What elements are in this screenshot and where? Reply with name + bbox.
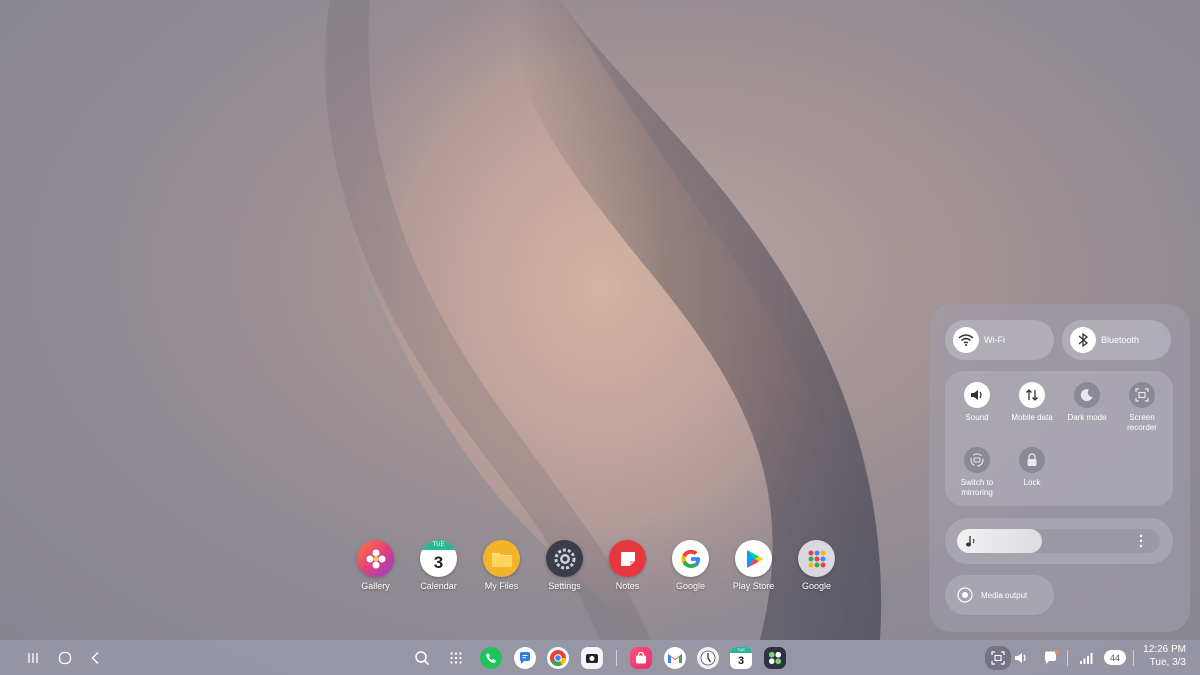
- tile-label: Sound: [965, 413, 989, 422]
- tile-mobile-data[interactable]: Mobile data: [1004, 382, 1060, 423]
- battery-icon: 44: [1104, 650, 1126, 665]
- volume-slider[interactable]: [957, 529, 1160, 553]
- notes-icon: [609, 540, 646, 577]
- app-drawer-icon[interactable]: [446, 648, 466, 668]
- app-label: Settings: [548, 581, 581, 591]
- camera-icon[interactable]: [581, 647, 603, 669]
- app-google-folder[interactable]: Google: [798, 540, 835, 591]
- tile-label: Mobile data: [1011, 413, 1053, 422]
- phone-icon[interactable]: [480, 647, 502, 669]
- folder-grid-icon: [798, 540, 835, 577]
- messages-icon[interactable]: [514, 647, 536, 669]
- clock-widget[interactable]: 12:26 PM Tue, 3/3: [1143, 644, 1186, 668]
- bluetooth-toggle[interactable]: Bluetooth: [1062, 320, 1171, 360]
- media-output-button[interactable]: Media output: [945, 575, 1054, 615]
- tile-lock[interactable]: Lock: [1004, 447, 1060, 488]
- mobile-data-icon: [1019, 382, 1045, 408]
- calendar-date: 3: [433, 552, 444, 572]
- signal-icon: [1076, 648, 1096, 668]
- gear-icon: [546, 540, 583, 577]
- media-output-icon: [957, 587, 973, 603]
- tile-screen-recorder[interactable]: Screen recorder: [1114, 382, 1170, 433]
- app-label: My Files: [484, 581, 519, 591]
- calendar-taskbar-icon[interactable]: TUE 3: [730, 647, 752, 669]
- bluetooth-icon: [1070, 327, 1096, 353]
- calendar-taskbar-day: TUE: [730, 647, 752, 653]
- tile-label: Screen recorder: [1127, 413, 1157, 432]
- tile-label: Lock: [1023, 478, 1041, 487]
- back-icon[interactable]: [86, 648, 106, 668]
- chrome-icon[interactable]: [547, 647, 569, 669]
- calendar-taskbar-date: 3: [737, 655, 745, 667]
- app-label: Gallery: [361, 581, 390, 591]
- app-label: Google: [801, 581, 832, 591]
- search-icon[interactable]: [412, 648, 432, 668]
- more-options-icon[interactable]: [1139, 534, 1143, 553]
- app-play-store[interactable]: Play Store: [732, 540, 775, 591]
- calendar-day: TUE: [420, 540, 457, 550]
- clock-date: Tue, 3/3: [1149, 657, 1186, 668]
- tile-switch-to-mirroring[interactable]: Switch to mirroring: [949, 447, 1005, 498]
- tile-label: Switch to mirroring: [960, 478, 994, 497]
- app-label: Notes: [615, 581, 640, 591]
- screen-recorder-icon: [1129, 382, 1155, 408]
- app-label: Calendar: [420, 581, 457, 591]
- gallery-icon: [357, 540, 394, 577]
- wifi-label: Wi-Fi: [984, 335, 1005, 345]
- app-notes[interactable]: Notes: [609, 540, 646, 591]
- taskbar-divider: [616, 650, 617, 666]
- app-google[interactable]: Google: [672, 540, 709, 591]
- google-icon: [672, 540, 709, 577]
- app-dock: Gallery TUE 3 Calendar My Files Settings…: [357, 540, 835, 591]
- clock-icon[interactable]: [697, 647, 719, 669]
- recent-apps-icon[interactable]: [23, 648, 43, 668]
- app-label: Play Store: [732, 581, 775, 591]
- play-store-icon: [735, 540, 772, 577]
- clock-time: 12:26 PM: [1143, 644, 1186, 655]
- bluetooth-label: Bluetooth: [1101, 335, 1140, 345]
- moon-icon: [1074, 382, 1100, 408]
- volume-icon[interactable]: [1011, 648, 1031, 668]
- tile-label: Dark mode: [1067, 413, 1107, 422]
- volume-panel: [945, 518, 1173, 564]
- app-gallery[interactable]: Gallery: [357, 540, 394, 591]
- clock-divider: [1133, 650, 1134, 666]
- tile-dark-mode[interactable]: Dark mode: [1059, 382, 1115, 423]
- calendar-icon: TUE 3: [420, 540, 457, 577]
- media-output-label: Media output: [981, 590, 1028, 600]
- wifi-icon: [953, 327, 979, 353]
- app-label: Google: [675, 581, 706, 591]
- home-icon[interactable]: [55, 648, 75, 668]
- galaxy-store-icon[interactable]: [630, 647, 652, 669]
- app-my-files[interactable]: My Files: [483, 540, 520, 591]
- tray-divider: [1067, 650, 1068, 666]
- wifi-toggle[interactable]: Wi-Fi: [945, 320, 1054, 360]
- app-calendar[interactable]: TUE 3 Calendar: [420, 540, 457, 591]
- screen-capture-button[interactable]: [985, 646, 1011, 670]
- app-settings[interactable]: Settings: [546, 540, 583, 591]
- lock-icon: [1019, 447, 1045, 473]
- tile-sound[interactable]: Sound: [949, 382, 1005, 423]
- music-note-icon: [965, 534, 977, 553]
- mirroring-icon: [964, 447, 990, 473]
- screen-capture-icon: [991, 651, 1005, 665]
- folder-icon: [483, 540, 520, 577]
- game-launcher-icon[interactable]: [764, 647, 786, 669]
- gmail-icon[interactable]: [664, 647, 686, 669]
- notification-icon[interactable]: [1041, 648, 1061, 668]
- sound-icon: [964, 382, 990, 408]
